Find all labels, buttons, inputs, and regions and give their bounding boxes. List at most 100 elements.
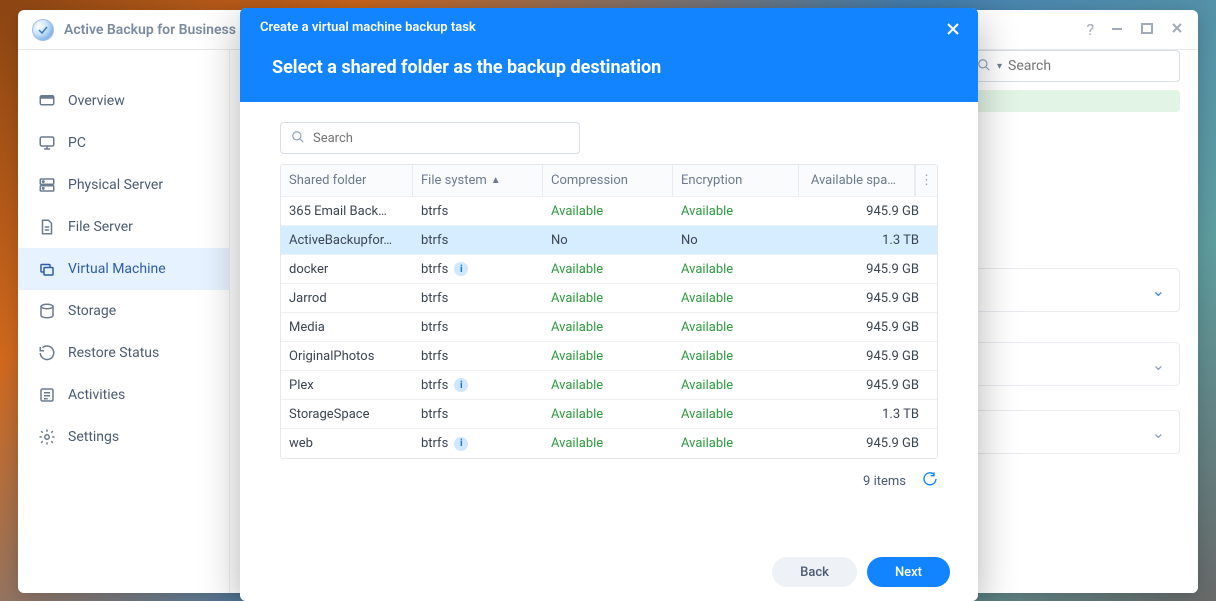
column-shared-folder[interactable]: Shared folder [281, 165, 413, 196]
column-file-system[interactable]: File system▲ [413, 165, 543, 196]
refresh-button[interactable] [922, 471, 938, 491]
cell-space: 945.9 GB [799, 204, 937, 219]
cell-fs: btrfs [413, 407, 543, 422]
cell-folder: Media [281, 320, 413, 335]
dropdown-icon[interactable]: ▾ [997, 61, 1002, 72]
cell-folder: Jarrod [281, 291, 413, 306]
help-icon[interactable]: ? [1086, 20, 1094, 39]
sidebar-item-file-server[interactable]: File Server [18, 206, 229, 248]
maximize-icon[interactable] [1140, 20, 1154, 39]
sidebar-item-settings[interactable]: Settings [18, 416, 229, 458]
cell-encryption: Available [673, 204, 799, 219]
table-row[interactable]: JarrodbtrfsAvailableAvailable945.9 GB [281, 284, 937, 313]
minimize-icon[interactable] [1110, 20, 1124, 39]
table-row[interactable]: dockerbtrfsiAvailableAvailable945.9 GB [281, 255, 937, 284]
sidebar-item-label: Settings [68, 429, 119, 445]
app-logo-icon [32, 19, 54, 41]
cell-encryption: Available [673, 262, 799, 277]
cell-folder: StorageSpace [281, 407, 413, 422]
info-icon[interactable]: i [454, 262, 468, 276]
server-icon [38, 176, 56, 194]
info-icon[interactable]: i [454, 437, 468, 451]
sidebar-item-label: File Server [68, 219, 133, 235]
restore-icon [38, 344, 56, 362]
cell-compression: Available [543, 407, 673, 422]
bg-search-input[interactable] [1008, 58, 1169, 74]
modal-title: Create a virtual machine backup task [260, 20, 958, 35]
folder-table: Shared folder File system▲ Compression E… [280, 164, 938, 459]
sidebar-item-physical-server[interactable]: Physical Server [18, 164, 229, 206]
cell-space: 945.9 GB [799, 436, 937, 451]
cell-encryption: Available [673, 320, 799, 335]
cell-folder: 365 Email Back… [281, 204, 413, 219]
item-count: 9 items [863, 474, 906, 489]
search-icon [291, 129, 305, 148]
sidebar: Overview PC Physical Server File Server [18, 50, 230, 593]
sidebar-item-overview[interactable]: Overview [18, 80, 229, 122]
cell-fs: btrfsi [413, 262, 543, 277]
modal-body: Shared folder File system▲ Compression E… [240, 102, 978, 543]
folder-search-box[interactable] [280, 122, 580, 154]
sidebar-item-label: Virtual Machine [68, 261, 166, 277]
cell-folder: docker [281, 262, 413, 277]
cell-fs: btrfsi [413, 436, 543, 451]
cell-encryption: Available [673, 291, 799, 306]
cell-folder: web [281, 436, 413, 451]
table-row[interactable]: ActiveBackupfor…btrfsNoNo1.3 TB [281, 226, 937, 255]
cell-compression: Available [543, 262, 673, 277]
table-row[interactable]: OriginalPhotosbtrfsAvailableAvailable945… [281, 342, 937, 371]
sidebar-item-label: Storage [68, 303, 116, 319]
cell-space: 945.9 GB [799, 291, 937, 306]
cell-compression: Available [543, 291, 673, 306]
table-row[interactable]: webbtrfsiAvailableAvailable945.9 GB [281, 429, 937, 458]
backup-destination-modal: Create a virtual machine backup task Sel… [240, 8, 978, 601]
file-server-icon [38, 218, 56, 236]
table-footer: 9 items [280, 471, 938, 491]
cell-folder: OriginalPhotos [281, 349, 413, 364]
table-row[interactable]: StorageSpacebtrfsAvailableAvailable1.3 T… [281, 400, 937, 429]
sort-asc-icon: ▲ [491, 175, 501, 186]
window-controls: ? [1086, 20, 1184, 39]
next-button[interactable]: Next [867, 557, 950, 587]
cell-fs: btrfs [413, 233, 543, 248]
table-row[interactable]: MediabtrfsAvailableAvailable945.9 GB [281, 313, 937, 342]
column-available-space[interactable]: Available spa… [799, 165, 915, 196]
table-row[interactable]: PlexbtrfsiAvailableAvailable945.9 GB [281, 371, 937, 400]
cell-fs: btrfsi [413, 378, 543, 393]
bg-search-box[interactable]: ▾ [966, 50, 1180, 82]
modal-header: Create a virtual machine backup task Sel… [240, 8, 978, 102]
cell-fs: btrfs [413, 320, 543, 335]
sidebar-item-activities[interactable]: Activities [18, 374, 229, 416]
cell-space: 945.9 GB [799, 320, 937, 335]
sidebar-item-pc[interactable]: PC [18, 122, 229, 164]
gear-icon [38, 428, 56, 446]
bg-status-bar [966, 90, 1180, 112]
table-header: Shared folder File system▲ Compression E… [281, 165, 937, 197]
close-window-icon[interactable] [1170, 20, 1184, 39]
activities-icon [38, 386, 56, 404]
sidebar-item-virtual-machine[interactable]: Virtual Machine [18, 248, 229, 290]
sidebar-item-restore-status[interactable]: Restore Status [18, 332, 229, 374]
column-options-icon[interactable]: ⋮ [915, 165, 937, 196]
close-modal-button[interactable] [944, 20, 962, 38]
cell-compression: Available [543, 320, 673, 335]
cell-fs: btrfs [413, 349, 543, 364]
table-row[interactable]: 365 Email Back…btrfsAvailableAvailable94… [281, 197, 937, 226]
folder-search-input[interactable] [313, 131, 569, 146]
sidebar-item-storage[interactable]: Storage [18, 290, 229, 332]
info-icon[interactable]: i [454, 378, 468, 392]
back-button[interactable]: Back [772, 557, 857, 587]
sidebar-item-label: Activities [68, 387, 125, 403]
modal-subtitle: Select a shared folder as the backup des… [272, 57, 958, 78]
cell-encryption: Available [673, 436, 799, 451]
cell-space: 945.9 GB [799, 349, 937, 364]
sidebar-item-label: PC [68, 135, 86, 151]
dashboard-icon [38, 92, 56, 110]
vm-icon [38, 260, 56, 278]
column-encryption[interactable]: Encryption [673, 165, 799, 196]
cell-encryption: Available [673, 378, 799, 393]
search-icon [977, 57, 991, 76]
sidebar-item-label: Restore Status [68, 345, 159, 361]
column-compression[interactable]: Compression [543, 165, 673, 196]
storage-icon [38, 302, 56, 320]
